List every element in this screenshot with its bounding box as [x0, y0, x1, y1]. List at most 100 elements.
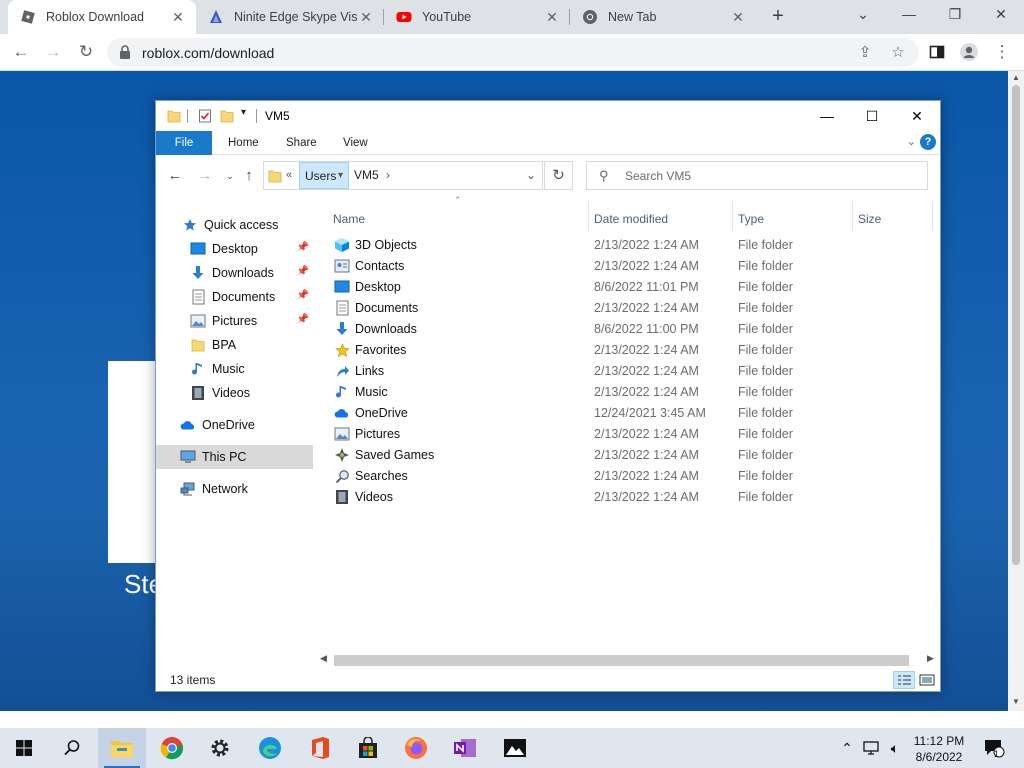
pin-icon[interactable]: 📌	[297, 290, 309, 301]
nav-item-music[interactable]: Music	[156, 357, 313, 381]
explorer-titlebar[interactable]: ▾ VM5 — ☐ ✕	[156, 101, 940, 131]
volume-icon[interactable]: 🔈︎	[884, 728, 906, 768]
close-window-button[interactable]: ✕	[978, 0, 1024, 30]
explorer-forward-button[interactable]: →	[195, 166, 215, 186]
explorer-close-button[interactable]: ✕	[894, 101, 940, 131]
taskbar-edge[interactable]	[246, 728, 294, 768]
pin-icon[interactable]: 📌	[297, 266, 309, 277]
taskbar-store[interactable]	[344, 728, 392, 768]
file-row[interactable]: Documents 2/13/2022 1:24 AM File folder	[326, 298, 938, 319]
tab-close-icon[interactable]: ✕	[170, 9, 186, 26]
file-row[interactable]: Downloads 8/6/2022 11:00 PM File folder	[326, 319, 938, 340]
horizontal-scrollbar[interactable]: ◀ ▶	[318, 652, 940, 669]
tab-close-icon[interactable]: ✕	[358, 9, 374, 26]
nav-item-this-pc[interactable]: This PC	[156, 445, 313, 469]
recent-locations-chevron-icon[interactable]: ⌄	[220, 166, 240, 186]
column-divider[interactable]	[732, 201, 733, 231]
nav-item-network[interactable]: Network	[156, 477, 313, 501]
taskbar-onenote[interactable]	[441, 728, 489, 768]
tab-home[interactable]: Home	[214, 131, 273, 155]
column-header-type[interactable]: Type	[738, 207, 764, 231]
nav-item-onedrive[interactable]: OneDrive	[156, 413, 313, 437]
nav-item-desktop[interactable]: Desktop 📌	[156, 237, 313, 261]
file-row[interactable]: Videos 2/13/2022 1:24 AM File folder	[326, 487, 938, 508]
tab-youtube[interactable]: YouTube ✕	[384, 0, 570, 34]
file-row[interactable]: Links 2/13/2022 1:24 AM File folder	[326, 361, 938, 382]
forward-button[interactable]: →	[41, 40, 65, 64]
reload-button[interactable]: ↻	[74, 40, 98, 64]
nav-item-bpa[interactable]: BPA	[156, 333, 313, 357]
taskbar-firefox[interactable]	[392, 728, 440, 768]
refresh-button[interactable]: ↻	[544, 161, 573, 190]
page-scrollbar-thumb[interactable]	[1012, 85, 1020, 565]
side-panel-icon[interactable]	[925, 40, 949, 64]
file-row[interactable]: Saved Games 2/13/2022 1:24 AM File folde…	[326, 445, 938, 466]
tab-roblox-download[interactable]: Roblox Download ✕	[8, 0, 196, 34]
file-row[interactable]: OneDrive 12/24/2021 3:45 AM File folder	[326, 403, 938, 424]
tab-close-icon[interactable]: ✕	[544, 9, 560, 26]
network-tray-icon[interactable]	[860, 728, 882, 768]
profile-avatar[interactable]	[957, 40, 981, 64]
bookmark-star-icon[interactable]: ☆	[888, 43, 908, 63]
show-hidden-icons-chevron-icon[interactable]: ⌃	[836, 728, 858, 768]
file-row[interactable]: 3D Objects 2/13/2022 1:24 AM File folder	[326, 235, 938, 256]
column-header-size[interactable]: Size	[858, 207, 881, 231]
up-button[interactable]: ↑	[239, 166, 259, 186]
taskbar-photos[interactable]	[491, 728, 539, 768]
address-history-chevron-icon[interactable]: ⌄	[526, 162, 536, 189]
breadcrumb-chevron-icon[interactable]: ▾	[338, 162, 343, 189]
nav-item-downloads[interactable]: Downloads 📌	[156, 261, 313, 285]
menu-kebab-icon[interactable]: ⋮	[990, 40, 1014, 64]
explorer-maximize-button[interactable]: ☐	[849, 101, 895, 131]
file-row[interactable]: Music 2/13/2022 1:24 AM File folder	[326, 382, 938, 403]
taskbar-file-explorer[interactable]	[98, 728, 146, 768]
file-row[interactable]: Contacts 2/13/2022 1:24 AM File folder	[326, 256, 938, 277]
share-icon[interactable]: ⇪	[855, 43, 875, 63]
tab-share[interactable]: Share	[272, 131, 331, 155]
horizontal-scrollbar-thumb[interactable]	[334, 655, 909, 666]
pin-icon[interactable]: 📌	[297, 242, 309, 253]
scroll-down-arrow-icon[interactable]: ▼	[1008, 697, 1024, 706]
scroll-right-arrow-icon[interactable]: ▶	[927, 653, 934, 664]
search-input[interactable]	[625, 165, 915, 186]
back-button[interactable]: ←	[9, 40, 33, 64]
file-row[interactable]: Favorites 2/13/2022 1:24 AM File folder	[326, 340, 938, 361]
explorer-minimize-button[interactable]: —	[804, 101, 850, 131]
notification-center-button[interactable]: 1	[978, 728, 1010, 768]
nav-item-videos[interactable]: Videos	[156, 381, 313, 405]
column-header-date-modified[interactable]: Date modified	[594, 207, 668, 231]
nav-item-documents[interactable]: Documents 📌	[156, 285, 313, 309]
taskbar-search-button[interactable]	[48, 728, 96, 768]
column-divider[interactable]	[932, 201, 933, 231]
taskbar-chrome[interactable]	[148, 728, 196, 768]
taskbar-clock[interactable]: 11:12 PM 8/6/2022	[906, 733, 972, 765]
new-folder-icon[interactable]	[220, 108, 234, 124]
column-header-name[interactable]: Name	[333, 207, 365, 231]
scroll-up-arrow-icon[interactable]: ▲	[1008, 73, 1024, 82]
nav-item-pictures[interactable]: Pictures 📌	[156, 309, 313, 333]
page-scrollbar[interactable]: ▲ ▼	[1008, 71, 1024, 711]
column-divider[interactable]	[588, 201, 589, 231]
file-row[interactable]: Pictures 2/13/2022 1:24 AM File folder	[326, 424, 938, 445]
file-row[interactable]: Desktop 8/6/2022 11:01 PM File folder	[326, 277, 938, 298]
file-row[interactable]: Searches 2/13/2022 1:24 AM File folder	[326, 466, 938, 487]
tab-close-icon[interactable]: ✕	[730, 9, 746, 26]
breadcrumb-vm5[interactable]: VM5	[354, 162, 379, 189]
tab-search-chevron-icon[interactable]: ⌄	[840, 0, 886, 30]
scroll-left-arrow-icon[interactable]: ◀	[320, 653, 327, 664]
column-divider[interactable]	[852, 201, 853, 231]
restore-button[interactable]: ❐	[932, 0, 978, 30]
nav-item-quick-access[interactable]: Quick access	[156, 213, 313, 237]
explorer-back-button[interactable]: ←	[165, 166, 185, 186]
taskbar-office[interactable]	[296, 728, 344, 768]
tab-file[interactable]: File	[156, 131, 212, 155]
help-icon[interactable]: ?	[920, 134, 936, 150]
details-view-button[interactable]	[893, 671, 915, 689]
tab-view[interactable]: View	[329, 131, 382, 155]
address-bar[interactable]: roblox.com/download ⇪ ☆	[107, 38, 919, 67]
search-box[interactable]: ⚲	[586, 161, 928, 190]
minimize-button[interactable]: —	[886, 0, 932, 30]
breadcrumb-overflow[interactable]: «	[286, 162, 292, 189]
explorer-address-bar[interactable]: « Users ▾ VM5 › ⌄	[263, 161, 543, 190]
large-icons-view-button[interactable]	[916, 671, 938, 689]
